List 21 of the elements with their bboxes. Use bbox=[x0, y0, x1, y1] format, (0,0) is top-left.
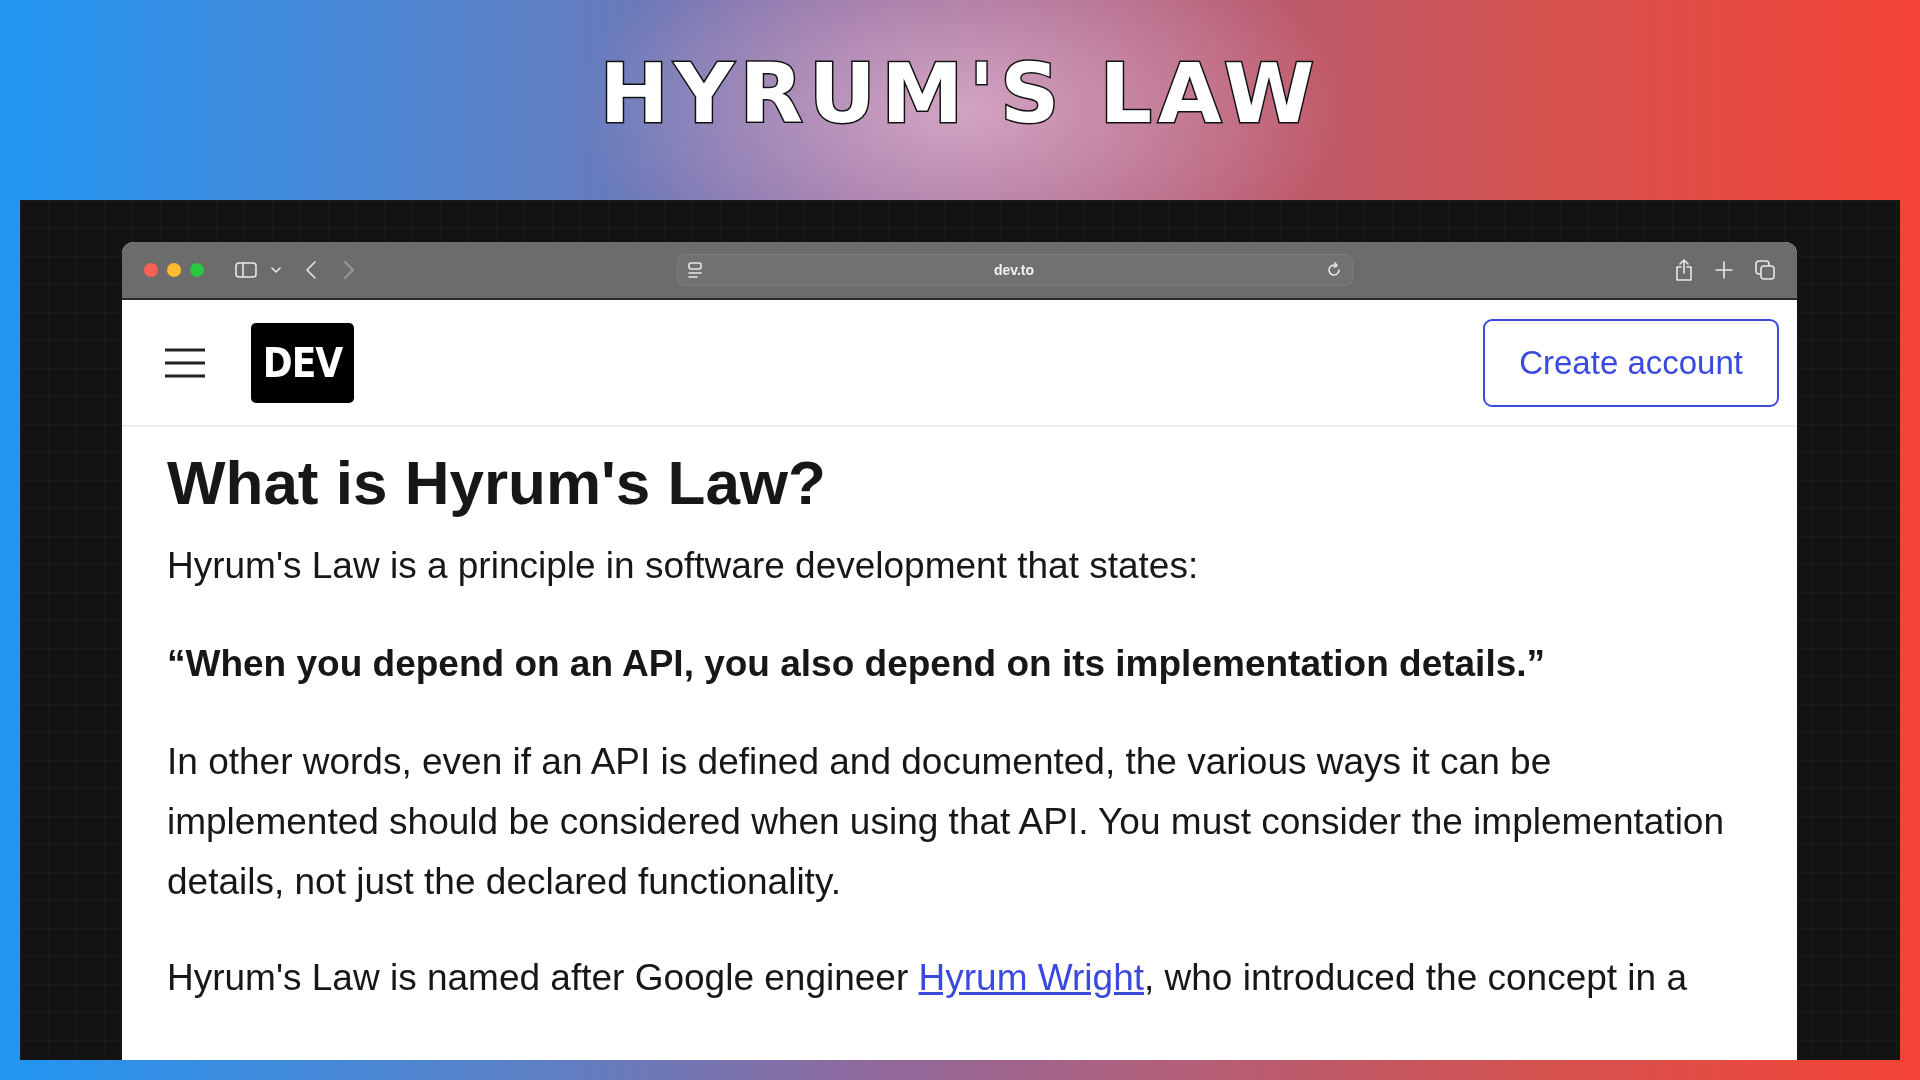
create-account-button[interactable]: Create account bbox=[1483, 318, 1779, 407]
maximize-window-button[interactable] bbox=[190, 263, 204, 277]
paragraph: In other words, even if an API is defined and documented, the various ways it can be implemented should be considered when using that API. You must consider the implementation details, not just the declared functionality. bbox=[167, 740, 1726, 904]
author-link[interactable]: Hyrum Wright bbox=[918, 957, 1144, 998]
paragraph: Hyrum's Law is a principle in software development that states: bbox=[167, 544, 1200, 588]
share-icon[interactable] bbox=[1675, 259, 1693, 281]
paragraph: Hyrum's Law is named after Google engineer Hyrum Wright, who introduced the concept in a bbox=[167, 956, 1689, 1000]
reload-icon[interactable] bbox=[1326, 262, 1342, 278]
url-text: dev.to bbox=[992, 262, 1036, 278]
tabs-overview-icon[interactable] bbox=[1755, 260, 1775, 280]
page-menu-icon[interactable] bbox=[688, 262, 702, 278]
new-tab-icon[interactable] bbox=[1715, 261, 1733, 279]
quote-text: “When you depend on an API, you also depend on its implementation details.” bbox=[167, 642, 1547, 686]
menu-icon[interactable] bbox=[165, 347, 205, 378]
site-logo[interactable]: DEV bbox=[251, 322, 354, 403]
minimize-window-button[interactable] bbox=[167, 263, 181, 277]
address-bar[interactable]: dev.to bbox=[677, 254, 1353, 286]
sidebar-icon[interactable] bbox=[235, 262, 257, 278]
chevron-down-icon[interactable] bbox=[271, 266, 281, 274]
back-icon[interactable] bbox=[305, 261, 316, 279]
article-heading: What is Hyrum's Law? bbox=[167, 447, 827, 518]
